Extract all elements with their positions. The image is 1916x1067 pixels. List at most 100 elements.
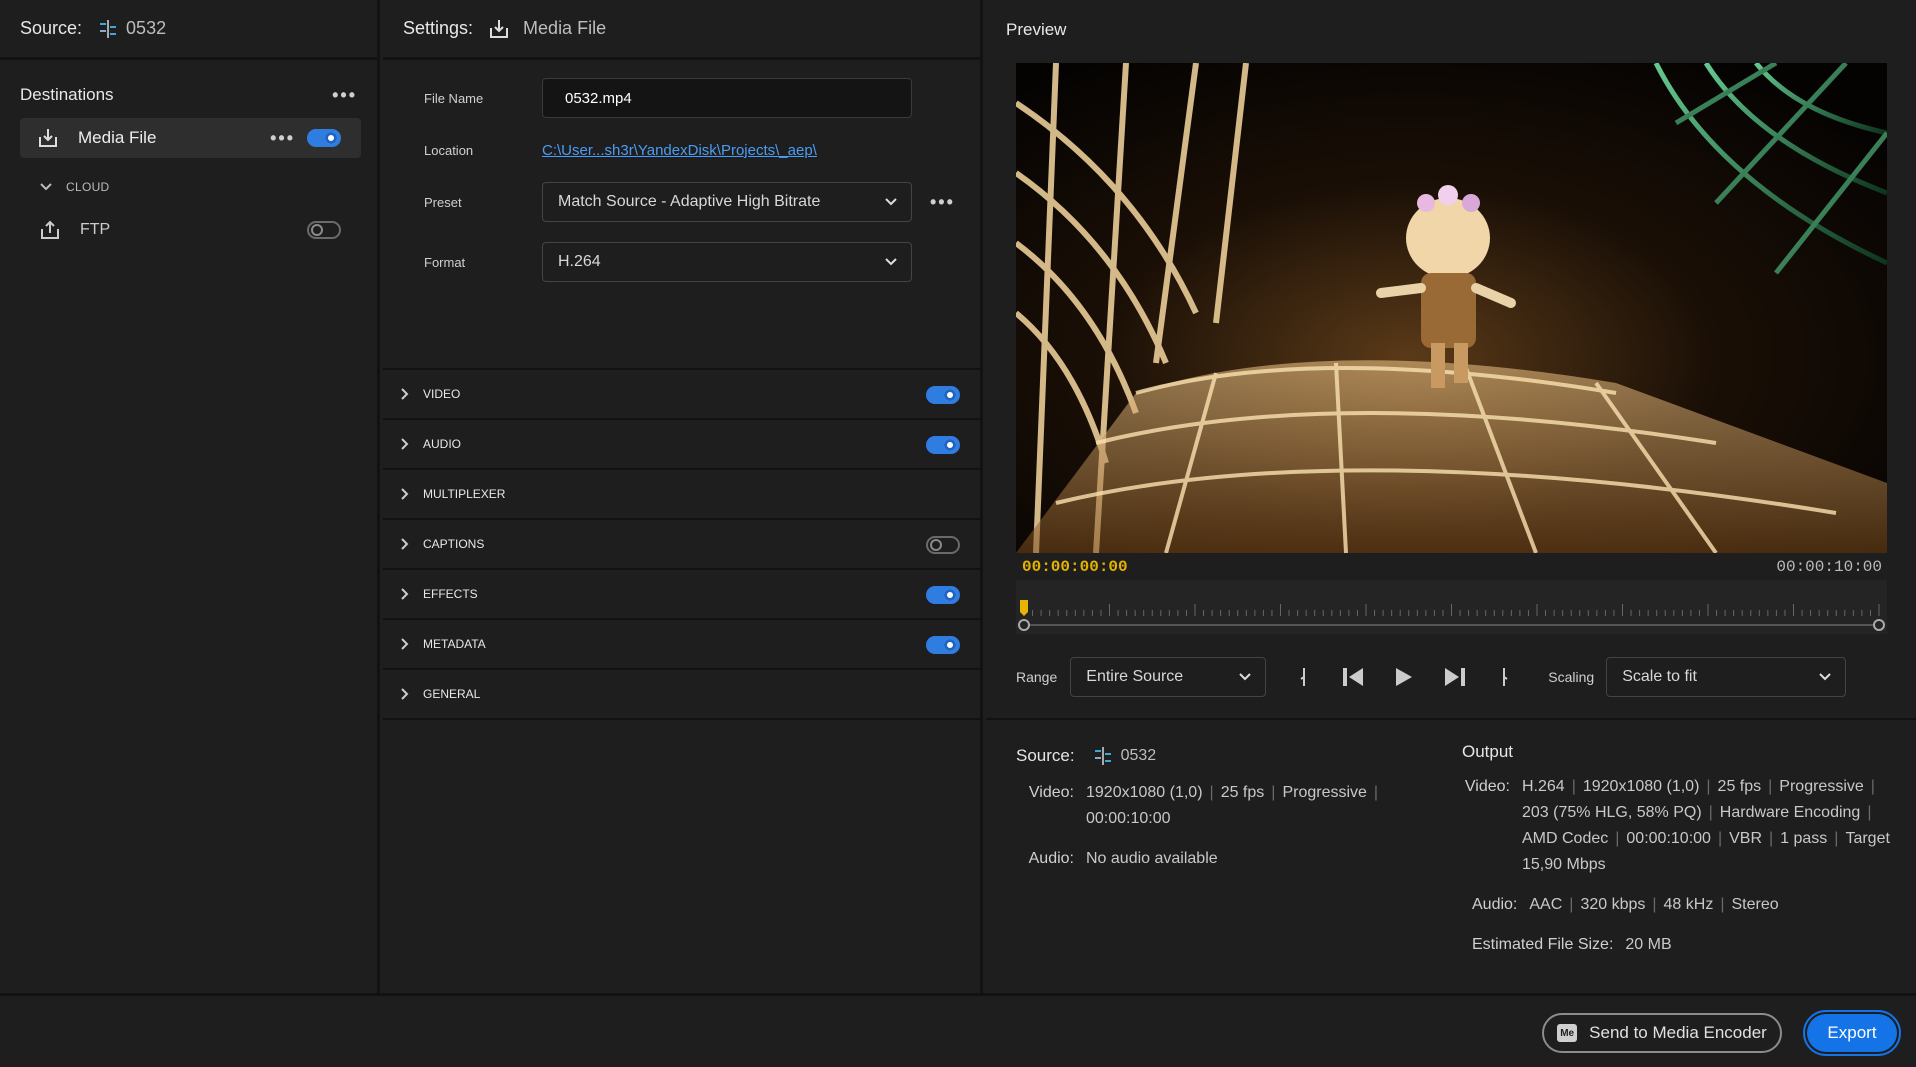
captions-toggle[interactable] [926,536,960,554]
section-general[interactable]: GENERAL [383,670,980,720]
preview-frame [1016,63,1887,553]
ftp-label: FTP [80,221,111,238]
section-metadata[interactable]: METADATA [383,620,980,670]
output-video-value: H.264 | 1920x1080 (1,0) | 25 fps | Progressive… [1522,774,1890,878]
step-forward-icon [1445,668,1466,686]
section-effects[interactable]: EFFECTS [383,570,980,620]
chevron-right-icon [401,388,409,400]
format-row: Format H.264 [383,236,980,288]
range-out-handle[interactable] [1873,619,1885,631]
range-in-handle[interactable] [1018,619,1030,631]
video-toggle[interactable] [926,386,960,404]
source-summary-header: Source: 0532 [1016,746,1385,766]
send-to-media-encoder-button[interactable]: Me Send to Media Encoder [1542,1013,1782,1053]
location-link[interactable]: C:\User...sh3r\YandexDisk\Projects\_aep\ [542,142,817,159]
file-name-input[interactable]: 0532.mp4 [542,78,912,118]
format-label: Format [424,254,466,270]
section-label: METADATA [423,637,486,651]
media-encoder-icon: Me [1557,1024,1578,1042]
source-audio-row: Audio: No audio available [1016,846,1385,872]
section-label: AUDIO [423,437,462,451]
summary-source-name: 0532 [1120,747,1157,764]
chevron-right-icon [401,438,409,450]
settings-target: Media File [523,18,607,38]
output-target-label: Target [1845,830,1890,847]
section-label: CAPTIONS [423,537,485,551]
output-duration: 00:00:10:00 [1626,830,1711,847]
preview-image [1016,63,1887,553]
section-captions[interactable]: CAPTIONS [383,520,980,570]
chevron-down-icon [885,198,897,206]
effects-toggle[interactable] [926,586,960,604]
destination-ftp[interactable]: FTP [20,212,361,248]
file-size-row: Estimated File Size: 20 MB [1472,932,1890,958]
timeline[interactable] [1016,580,1887,634]
range-value: Entire Source [1086,668,1184,685]
preset-value: Match Source - Adaptive High Bitrate [558,193,821,210]
chevron-down-icon [885,258,897,266]
output-hdr: 203 (75% HLG, 58% PQ) [1522,804,1702,821]
destination-media-file[interactable]: Media File ••• [20,118,361,158]
section-label: GENERAL [423,687,481,701]
output-label: Output [1462,742,1514,761]
playhead[interactable] [1020,600,1028,616]
ftp-toggle[interactable] [307,221,341,239]
step-back-icon [1343,668,1364,686]
set-in-point-button[interactable] [1284,657,1324,697]
output-video-label: Video: [1464,778,1510,795]
sequence-icon [1093,747,1113,765]
scaling-select[interactable]: Scale to fit [1606,657,1847,697]
audio-toggle[interactable] [926,436,960,454]
step-back-button[interactable] [1334,657,1374,697]
cloud-label: CLOUD [66,180,110,194]
output-passes: 1 pass [1780,830,1828,847]
preview-title: Preview [1006,20,1067,39]
step-forward-button[interactable] [1434,657,1474,697]
settings-label: Settings: [403,18,474,38]
location-label: Location [424,142,474,158]
set-out-point-button[interactable] [1484,657,1524,697]
range-select[interactable]: Entire Source [1070,657,1267,697]
download-icon [489,19,509,39]
preset-label: Preset [424,194,462,210]
media-file-toggle[interactable] [307,129,341,147]
preset-more-button[interactable]: ••• [930,192,955,213]
output-summary: Output Video: H.264 | 1920x1080 (1,0) | 25 f… [1462,742,1890,958]
section-label: MULTIPLEXER [423,487,506,501]
preset-select[interactable]: Match Source - Adaptive High Bitrate [542,182,912,222]
settings-sections: VIDEO AUDIO MULTIPLEXER CAPTIONS EFFECTS… [383,370,980,720]
source-video-resolution: 1920x1080 (1,0) [1086,784,1203,801]
chevron-down-icon [40,183,52,191]
output-audio-row: Audio: AAC | 320 kbps | 48 kHz | Stereo [1472,892,1890,918]
destinations-panel: Source: 0532 Destinations ••• Media File… [0,0,380,993]
output-audio-value: AAC | 320 kbps | 48 kHz | Stereo [1529,896,1779,913]
section-audio[interactable]: AUDIO [383,420,980,470]
output-target-bitrate: 15,90 Mbps [1522,856,1606,873]
export-label: Export [1807,1014,1897,1052]
source-video-duration: 00:00:10:00 [1086,810,1171,827]
destinations-more-button[interactable]: ••• [332,85,357,106]
scaling-value: Scale to fit [1622,668,1697,685]
section-multiplexer[interactable]: MULTIPLEXER [383,470,980,520]
output-audio-label: Audio: [1472,896,1518,913]
source-video-label: Video: [1028,784,1074,801]
timeline-ruler [1018,600,1885,631]
section-label: VIDEO [423,387,461,401]
section-video[interactable]: VIDEO [383,370,980,420]
timeline-ticks [1023,604,1880,616]
play-button[interactable] [1384,657,1424,697]
export-button[interactable]: Export [1803,1010,1901,1056]
source-name: 0532 [126,18,167,38]
output-audio-codec: AAC [1529,896,1563,913]
range-label: Range [1016,669,1058,685]
cloud-group-header[interactable]: CLOUD [0,158,377,194]
export-summary: Source: 0532 Video: 1920x1080 (1,0) | 25 f… [986,718,1916,993]
output-codec: H.264 [1522,778,1565,795]
metadata-toggle[interactable] [926,636,960,654]
format-select[interactable]: H.264 [542,242,912,282]
media-file-label: Media File [78,128,157,147]
file-name-row: File Name 0532.mp4 [383,72,980,124]
timecode-row: 00:00:00:00 00:00:10:00 [1022,558,1882,576]
output-encoding: Hardware Encoding [1719,804,1861,821]
media-file-more-button[interactable]: ••• [270,128,295,149]
